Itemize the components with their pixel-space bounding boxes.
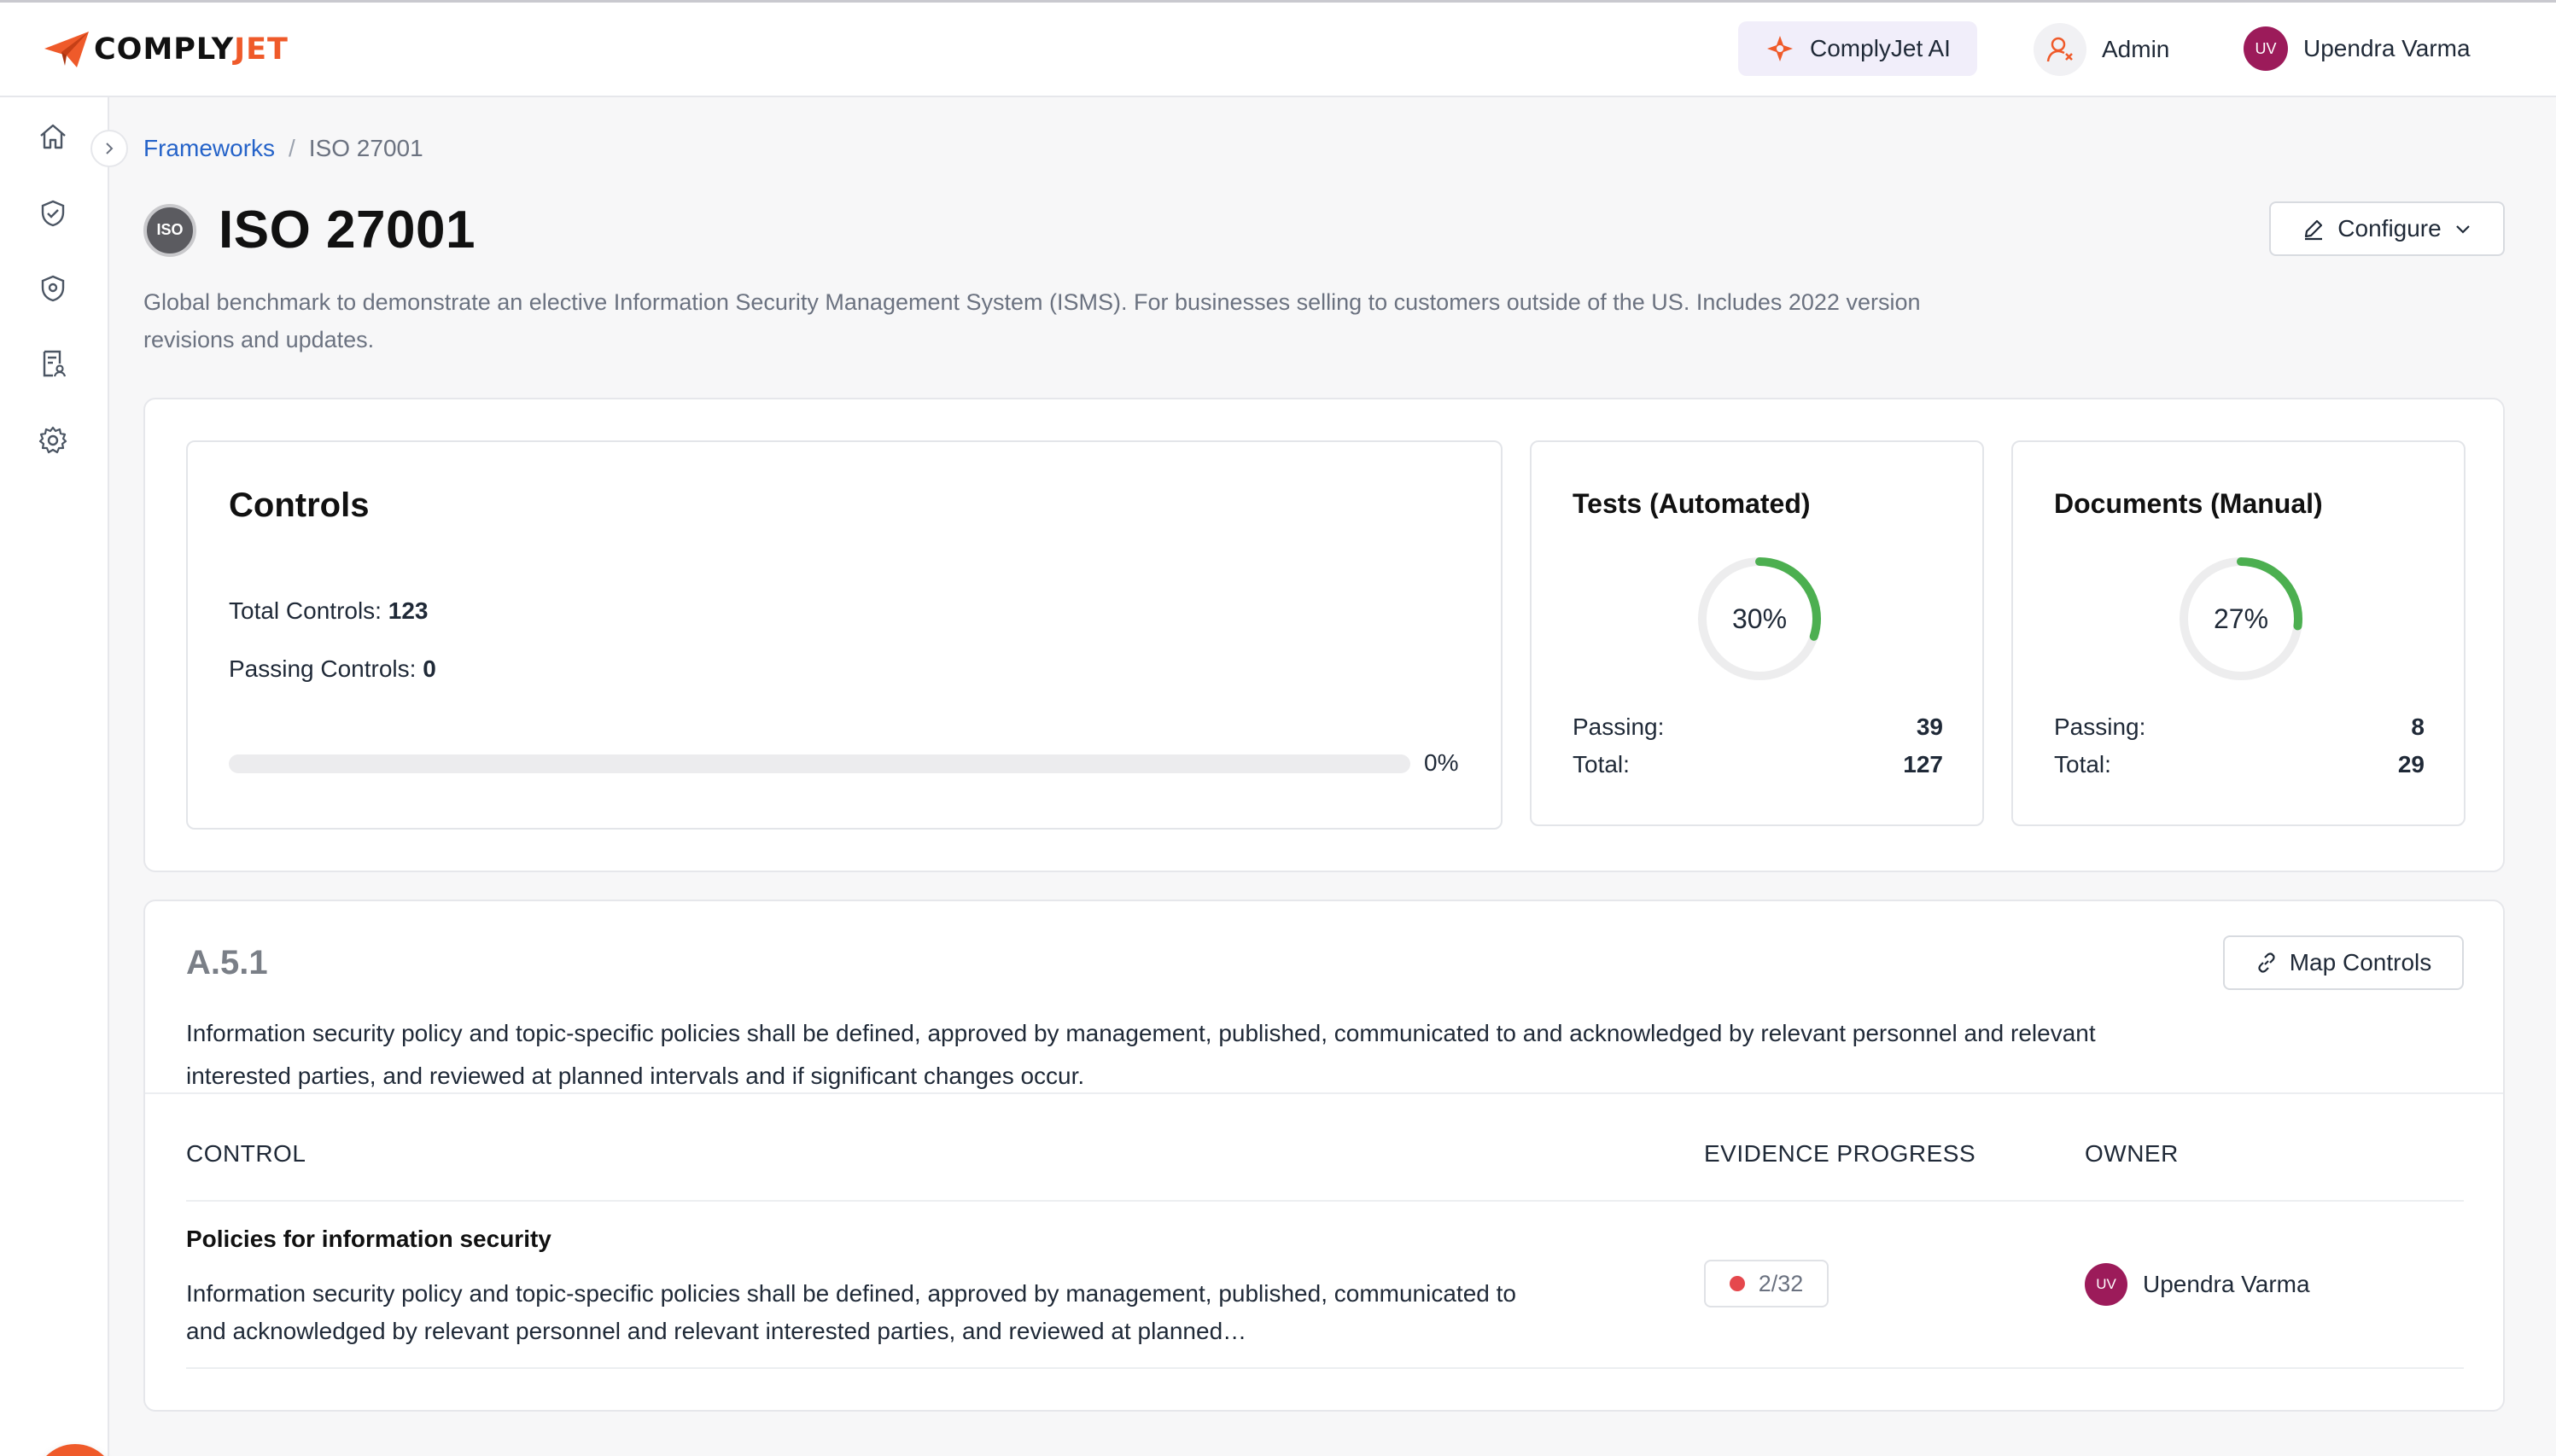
breadcrumb-frameworks-link[interactable]: Frameworks (143, 135, 275, 162)
controls-progress-bar (229, 754, 1410, 773)
page-header: ISO ISO 27001 (143, 200, 476, 260)
ai-button-label: ComplyJet AI (1810, 35, 1951, 61)
divider (186, 1367, 2464, 1369)
documents-passing-row: Passing: 8 (2054, 713, 2425, 741)
edit-pencil-icon (2305, 219, 2323, 241)
control-title[interactable]: Policies for information security (186, 1226, 551, 1253)
top-bar: COMPLYJET ComplyJet AI Admin UV Upendra … (0, 0, 2556, 97)
tests-total-value: 127 (1903, 751, 1943, 778)
tests-title: Tests (Automated) (1573, 488, 1811, 519)
control-owner: UV Upendra Varma (2085, 1263, 2310, 1306)
breadcrumb-current: ISO 27001 (308, 135, 423, 161)
divider (145, 1092, 2503, 1094)
requirement-card: A.5.1 Map Controls Information security … (143, 900, 2505, 1412)
controls-progress-percent: 0% (1424, 749, 1459, 776)
evidence-progress-badge[interactable]: 2/32 (1704, 1260, 1829, 1307)
breadcrumb-separator: / (289, 135, 295, 161)
complyjet-ai-button[interactable]: ComplyJet AI (1738, 21, 1977, 76)
home-icon (40, 124, 66, 149)
documents-percent: 27% (2213, 603, 2269, 634)
column-header-evidence-progress: EVIDENCE PROGRESS (1704, 1140, 1976, 1167)
owner-name: Upendra Varma (2143, 1271, 2310, 1297)
tests-passing-label: Passing: (1573, 713, 1665, 740)
admin-user-icon (2034, 23, 2086, 76)
sidebar-item-settings[interactable] (34, 422, 72, 459)
sidebar-item-frameworks[interactable] (34, 195, 72, 232)
total-controls: Total Controls: 123 (229, 597, 428, 625)
divider (186, 1200, 2464, 1202)
framework-stats-card: Controls Total Controls: 123 Passing Con… (143, 398, 2505, 872)
sidebar-expand-button[interactable] (90, 130, 128, 167)
ai-sparkle-icon (1767, 36, 1793, 61)
document-user-icon (43, 350, 67, 377)
shield-lock-icon (41, 275, 65, 302)
page-title: ISO 27001 (219, 201, 476, 259)
passing-controls-value: 0 (423, 655, 436, 682)
documents-total-row: Total: 29 (2054, 751, 2425, 778)
support-chat-button[interactable] (34, 1444, 116, 1456)
breadcrumb: Frameworks / ISO 27001 (143, 135, 423, 162)
admin-menu[interactable]: Admin (2034, 23, 2169, 76)
documents-title: Documents (Manual) (2054, 488, 2323, 519)
link-icon (2258, 952, 2275, 973)
configure-label: Configure (2337, 215, 2442, 242)
requirement-description: Information security policy and topic-sp… (186, 1020, 2096, 1089)
total-controls-label: Total Controls: (229, 597, 388, 624)
chevron-right-icon (106, 143, 114, 154)
user-avatar: UV (2244, 26, 2288, 71)
controls-summary: Controls Total Controls: 123 Passing Con… (186, 440, 1503, 830)
user-name: Upendra Varma (2303, 35, 2471, 61)
configure-button[interactable]: Configure (2269, 201, 2505, 256)
admin-label: Admin (2102, 36, 2170, 62)
sidebar-item-documents[interactable] (34, 345, 72, 382)
tests-summary: Tests (Automated) 30% Passing: 39 Total:… (1530, 440, 1984, 826)
documents-summary: Documents (Manual) 27% Passing: 8 Total:… (2011, 440, 2466, 826)
tests-total-row: Total: 127 (1573, 751, 1943, 778)
paper-plane-logo-icon (44, 32, 89, 67)
documents-total-value: 29 (2397, 751, 2425, 778)
requirement-code: A.5.1 (186, 944, 268, 981)
tests-percent: 30% (1731, 603, 1788, 634)
control-description: Information security policy and topic-sp… (186, 1280, 1516, 1344)
column-header-control: CONTROL (186, 1140, 306, 1167)
map-controls-label: Map Controls (2289, 949, 2432, 976)
page: COMPLYJET ComplyJet AI Admin UV Upendra … (0, 0, 2556, 1456)
sidebar (0, 97, 116, 1456)
tests-total-label: Total: (1573, 751, 1630, 778)
controls-title: Controls (229, 486, 370, 524)
tests-passing-value: 39 (1916, 713, 1943, 740)
brand-logo[interactable]: COMPLYJET (43, 28, 289, 71)
map-controls-button[interactable]: Map Controls (2223, 935, 2464, 990)
sidebar-item-home[interactable] (34, 118, 72, 155)
chevron-down-icon (2455, 225, 2470, 234)
status-dot-icon (1729, 1276, 1745, 1291)
documents-total-label: Total: (2054, 751, 2111, 778)
documents-passing-value: 8 (2411, 713, 2425, 740)
passing-controls: Passing Controls: 0 (229, 655, 436, 683)
iso-badge-icon: ISO (143, 203, 196, 257)
documents-passing-label: Passing: (2054, 713, 2146, 740)
shield-check-icon (41, 200, 65, 227)
total-controls-value: 123 (388, 597, 429, 624)
framework-description: Global benchmark to demonstrate an elect… (143, 289, 1921, 352)
user-menu[interactable]: UV Upendra Varma (2244, 26, 2471, 71)
tests-passing-row: Passing: 39 (1573, 713, 1943, 741)
owner-avatar: UV (2085, 1263, 2127, 1306)
brand-name: COMPLYJET (94, 32, 289, 67)
passing-controls-label: Passing Controls: (229, 655, 423, 682)
evidence-progress-value: 2/32 (1758, 1270, 1804, 1296)
column-header-owner: OWNER (2085, 1140, 2179, 1167)
sidebar-item-security[interactable] (34, 270, 72, 307)
gear-icon (38, 426, 67, 454)
